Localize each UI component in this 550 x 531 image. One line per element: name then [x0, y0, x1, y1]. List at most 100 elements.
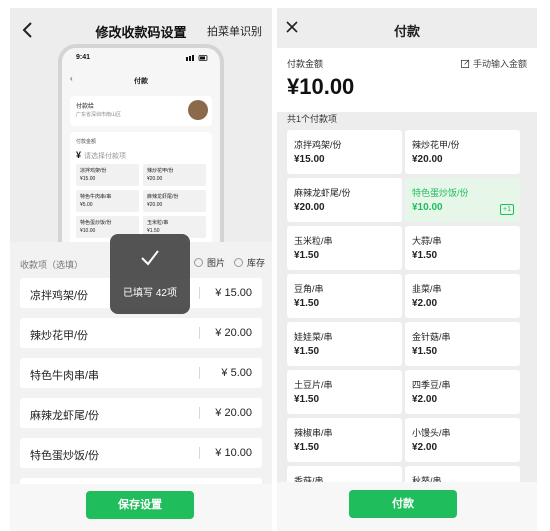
phone-item-name: 玉米粒/串 [147, 220, 169, 226]
phone-item: 特色牛肉串/串 ¥5.00 [76, 190, 139, 212]
phone-merchant-name: 付款给 [76, 104, 95, 110]
pay-item-price: ¥1.50 [412, 346, 438, 357]
phone-amount-label: 付款金额 [76, 139, 97, 145]
pay-item-price: ¥10.00 [412, 202, 443, 213]
pay-item-name: 麻辣龙虾尾/份 [294, 188, 351, 198]
phone-status-icons [186, 55, 208, 61]
pay-item-price: ¥1.50 [294, 394, 320, 405]
phone-title: 付款 [134, 78, 148, 85]
manual-amount-label: 手动输入金额 [472, 59, 527, 69]
pay-item-price: ¥1.50 [412, 250, 438, 261]
pay-item-price: ¥1.50 [294, 442, 320, 453]
phone-amount-input: ¥ 请选择付款项 [76, 150, 126, 161]
item-price: ¥ 15.00 [215, 287, 252, 299]
option-stock-label: 库存 [247, 258, 266, 268]
pay-button[interactable]: 付款 [349, 490, 457, 518]
item-price: ¥ 10.00 [215, 447, 252, 459]
item-name: 凉拌鸡架/份 [30, 290, 89, 302]
pay-item-card[interactable]: 凉拌鸡架/份 ¥15.00 [287, 130, 402, 174]
pay-item-price: ¥1.50 [294, 346, 320, 357]
pay-item-price: ¥2.00 [412, 394, 438, 405]
pay-item-name: 凉拌鸡架/份 [294, 140, 342, 150]
phone-item-name: 辣炒花甲/份 [147, 168, 174, 174]
list-item[interactable]: 麻辣龙虾尾/份 ¥ 20.00 [20, 398, 262, 428]
option-image-label: 图片 [207, 258, 226, 268]
option-image[interactable]: 图片 [194, 256, 225, 269]
pay-item-card-selected[interactable]: 特色蛋炒饭/份 ¥10.00 +1 [405, 178, 520, 222]
pay-item-card[interactable]: 韭菜/串 ¥2.00 [405, 274, 520, 318]
phone-item: 辣炒花甲/份 ¥20.00 [143, 164, 206, 186]
phone-time: 9:41 [76, 54, 91, 61]
phone-item-price: ¥20.00 [147, 202, 163, 208]
pay-item-card[interactable]: 大蒜/串 ¥1.50 [405, 226, 520, 270]
payment-title: 付款 [393, 24, 420, 39]
pay-item-name: 小馒头/串 [412, 428, 451, 438]
pay-item-name: 金针菇/串 [412, 332, 451, 342]
amount-label: 付款金额 [287, 59, 324, 69]
phone-merchant-address: 广东省深圳市南山区 [76, 112, 122, 118]
pay-item-price: ¥1.50 [294, 250, 320, 261]
quantity-badge: +1 [500, 204, 514, 215]
divider [199, 327, 200, 339]
phone-amount-symbol: ¥ [76, 150, 82, 160]
divider [199, 407, 200, 419]
radio-icon [194, 258, 203, 267]
items-count-label: 共1个付款项 [287, 114, 338, 124]
pay-item-price: ¥20.00 [294, 202, 325, 213]
amount-box: 付款金额 ¥10.00 手动输入金额 [277, 48, 537, 112]
pay-item-price: ¥15.00 [294, 154, 325, 165]
merchant-avatar [188, 100, 208, 120]
pay-item-price: ¥1.50 [294, 298, 320, 309]
pay-item-card[interactable]: 麻辣龙虾尾/份 ¥20.00 [287, 178, 402, 222]
item-name: 特色牛肉串/串 [30, 370, 100, 382]
save-settings-button[interactable]: 保存设置 [86, 491, 194, 519]
list-item[interactable]: 辣炒花甲/份 ¥ 20.00 [20, 318, 262, 348]
payment-footer: 付款 [277, 482, 537, 531]
manual-amount-link[interactable]: 手动输入金额 [461, 57, 527, 70]
phone-item-name: 特色蛋炒饭/份 [80, 220, 112, 226]
pay-item-card[interactable]: 金针菇/串 ¥1.50 [405, 322, 520, 366]
pay-item-name: 玉米粒/串 [294, 236, 333, 246]
item-name: 辣炒花甲/份 [30, 330, 89, 342]
phone-item-price: ¥5.00 [80, 202, 93, 208]
option-stock[interactable]: 库存 [234, 256, 265, 269]
pay-item-card[interactable]: 玉米粒/串 ¥1.50 [287, 226, 402, 270]
pay-item-card[interactable]: 辣椒串/串 ¥1.50 [287, 418, 402, 462]
settings-footer: 保存设置 [10, 484, 272, 531]
pay-item-card[interactable]: 土豆片/串 ¥1.50 [287, 370, 402, 414]
pay-item-card[interactable]: 四季豆/串 ¥2.00 [405, 370, 520, 414]
success-toast: 已填写 42项 [110, 234, 190, 314]
settings-panel: 修改收款码设置 拍菜单识别 9:41 ‹ 付款 付款给 广东省深圳市南山区 付款… [10, 8, 272, 531]
phone-item: 麻辣龙虾尾/份 ¥20.00 [143, 190, 206, 212]
pay-item-price: ¥20.00 [412, 154, 443, 165]
pay-item-name: 特色蛋炒饭/份 [412, 188, 469, 198]
scan-menu-link[interactable]: 拍菜单识别 [207, 23, 262, 39]
pay-item-card[interactable]: 娃娃菜/串 ¥1.50 [287, 322, 402, 366]
pay-item-name: 土豆片/串 [294, 380, 333, 390]
list-item[interactable]: 特色蛋炒饭/份 ¥ 10.00 [20, 438, 262, 468]
pay-item-name: 豆角/串 [294, 284, 324, 294]
pay-item-price: ¥2.00 [412, 298, 438, 309]
phone-item: 凉拌鸡架/份 ¥15.00 [76, 164, 139, 186]
check-icon [141, 250, 159, 266]
pay-item-name: 娃娃菜/串 [294, 332, 333, 342]
list-item[interactable]: 特色牛肉串/串 ¥ 5.00 [20, 358, 262, 388]
edit-icon [461, 59, 470, 68]
payment-panel: 付款 付款金额 ¥10.00 手动输入金额 共1个付款项 凉拌鸡架/份 ¥15.0… [277, 8, 537, 531]
pay-item-card[interactable]: 豆角/串 ¥1.50 [287, 274, 402, 318]
pay-item-name: 四季豆/串 [412, 380, 451, 390]
phone-item-name: 凉拌鸡架/份 [80, 168, 107, 174]
item-price: ¥ 5.00 [221, 367, 252, 379]
pay-item-card[interactable]: 小馒头/串 ¥2.00 [405, 418, 520, 462]
pay-item-name: 韭菜/串 [412, 284, 442, 294]
amount-value: ¥10.00 [287, 74, 355, 99]
toast-text: 已填写 42项 [123, 288, 177, 299]
screenshot-root: 修改收款码设置 拍菜单识别 9:41 ‹ 付款 付款给 广东省深圳市南山区 付款… [0, 0, 550, 531]
phone-item-name: 麻辣龙虾尾/份 [147, 194, 179, 200]
phone-item-name: 特色牛肉串/串 [80, 194, 112, 200]
item-name: 特色蛋炒饭/份 [30, 450, 100, 462]
pay-item-card[interactable]: 辣炒花甲/份 ¥20.00 [405, 130, 520, 174]
payment-header: 付款 [277, 8, 537, 48]
items-sheet-label: 收款项（选填） [20, 260, 84, 270]
pay-item-price: ¥2.00 [412, 442, 438, 453]
